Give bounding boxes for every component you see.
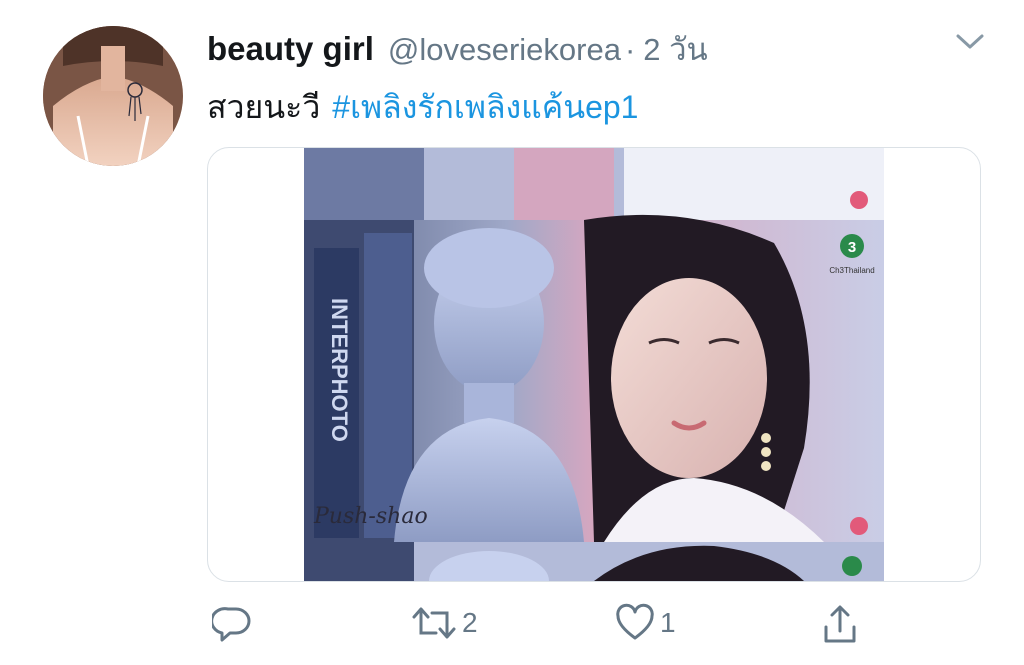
- tweet-header: beauty girl @loveseriekorea · 2 วัน: [207, 24, 708, 68]
- like-button[interactable]: 1: [614, 603, 676, 643]
- retweet-button[interactable]: 2: [410, 603, 478, 643]
- like-count: 1: [660, 607, 676, 638]
- retweet-icon: [412, 607, 456, 639]
- like-icon: [616, 603, 654, 640]
- display-name[interactable]: beauty girl: [207, 30, 374, 68]
- tweet-actions: 2 1: [0, 603, 1024, 653]
- reply-icon: [212, 607, 251, 642]
- timestamp[interactable]: 2 วัน: [643, 24, 707, 74]
- channel-logo: 3: [848, 239, 856, 256]
- tweet-body: สวยนะวี: [207, 89, 321, 125]
- tweet-text: สวยนะวี #เพลิงรักเพลิงแค้นep1: [207, 82, 638, 133]
- avatar[interactable]: [43, 26, 183, 166]
- channel-caption: Ch3Thailand: [829, 266, 874, 275]
- chevron-down-icon[interactable]: [955, 30, 985, 52]
- separator-dot: ·: [624, 32, 636, 67]
- tweet-photo[interactable]: INTERPHOTO 3 Ch3Thailand Push-shao: [304, 148, 884, 581]
- reply-button[interactable]: [212, 603, 256, 643]
- avatar-image: [43, 26, 183, 166]
- share-icon: [824, 605, 856, 643]
- hashtag-link[interactable]: #เพลิงรักเพลิงแค้นep1: [332, 89, 638, 125]
- watermark: Push-shao: [313, 504, 428, 529]
- share-button[interactable]: [820, 603, 860, 645]
- media-card[interactable]: INTERPHOTO 3 Ch3Thailand Push-shao: [207, 147, 981, 582]
- user-handle[interactable]: @loveseriekorea: [388, 32, 621, 68]
- retweet-count: 2: [462, 607, 478, 638]
- book-title: INTERPHOTO: [327, 298, 352, 442]
